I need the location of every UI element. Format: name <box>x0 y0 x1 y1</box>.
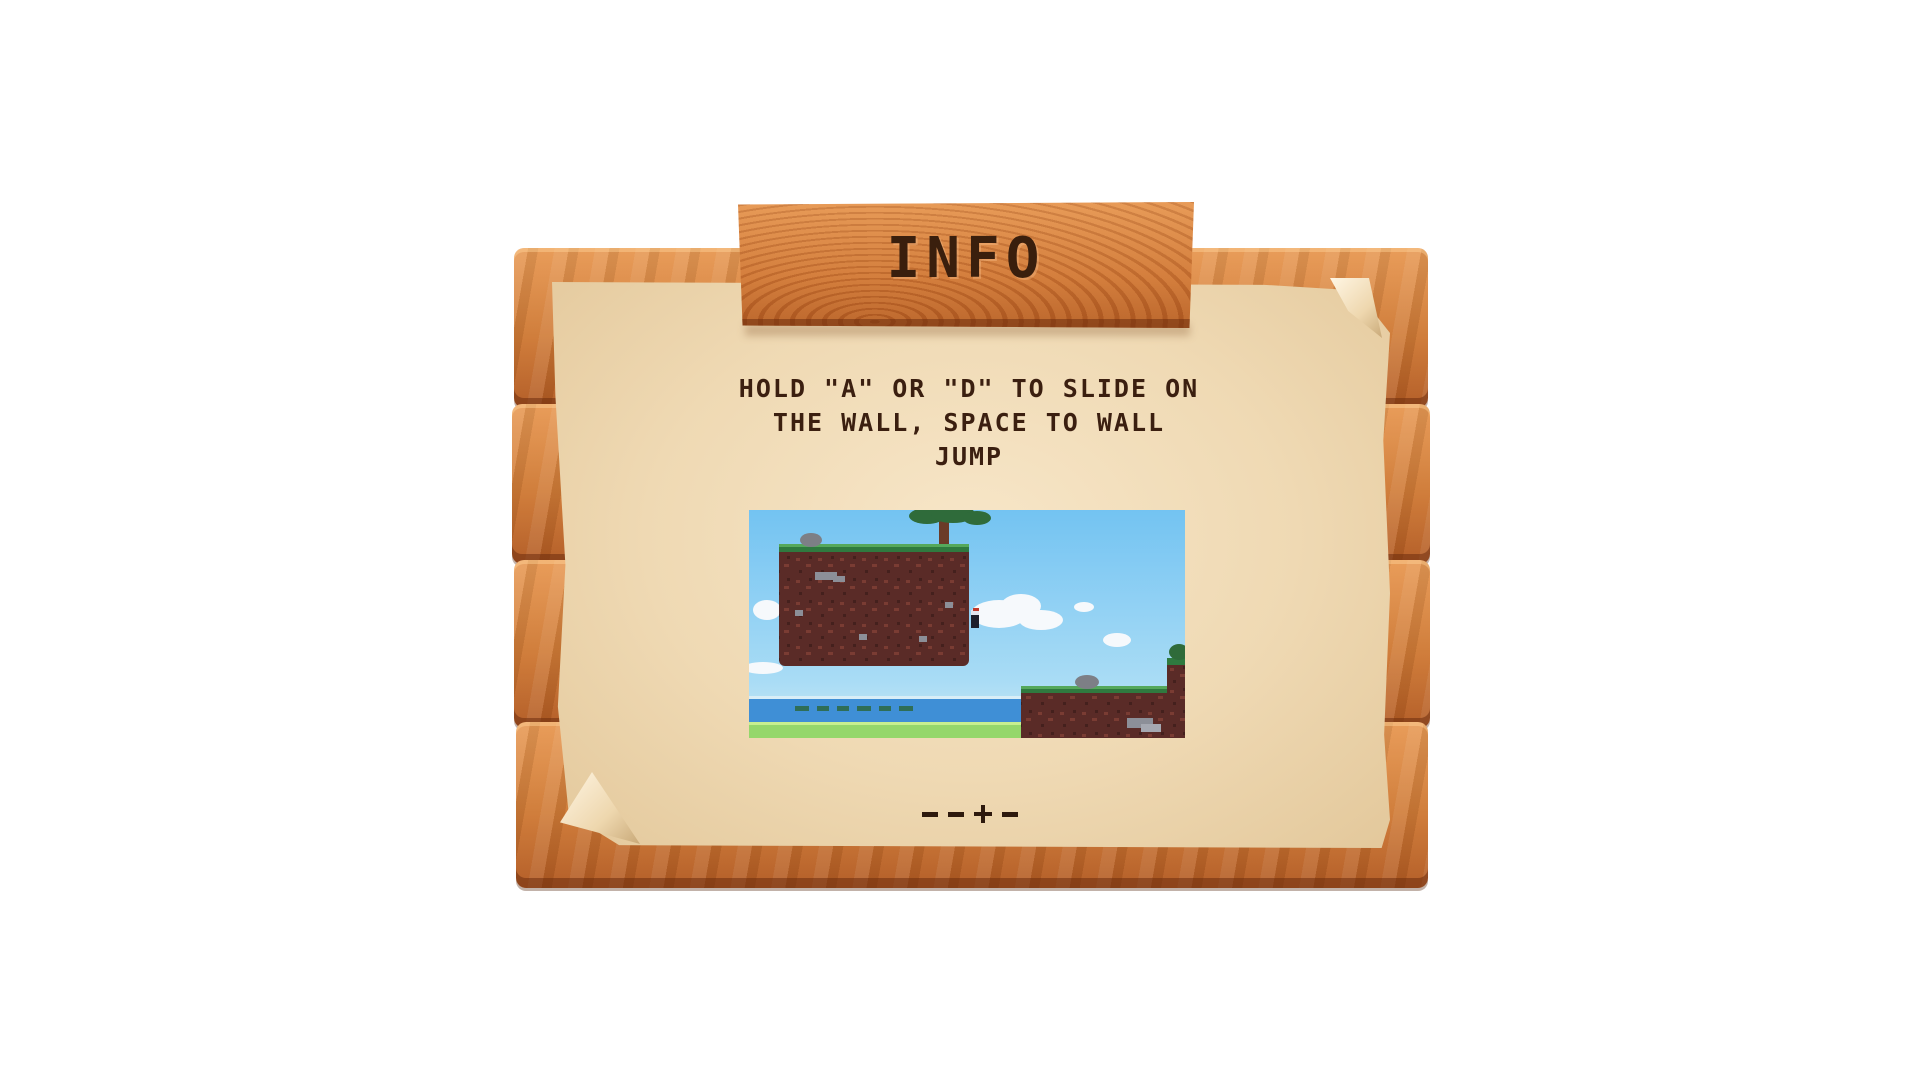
info-dialog: INFO HOLD "A" OR "D" TO SLIDE ON THE WAL… <box>0 0 1920 1080</box>
instructions-text: HOLD "A" OR "D" TO SLIDE ON THE WALL, SP… <box>738 374 1200 471</box>
page-dot-2[interactable] <box>948 811 964 817</box>
page-dot-4[interactable] <box>1002 811 1018 817</box>
wall-jump-preview-image <box>749 510 1185 738</box>
page-dot-1[interactable] <box>922 811 938 817</box>
gameplay-preview-image <box>749 510 1185 738</box>
page-dot-current[interactable] <box>974 805 992 823</box>
page-indicator <box>870 796 1070 832</box>
dialog-title: INFO <box>886 226 1046 291</box>
